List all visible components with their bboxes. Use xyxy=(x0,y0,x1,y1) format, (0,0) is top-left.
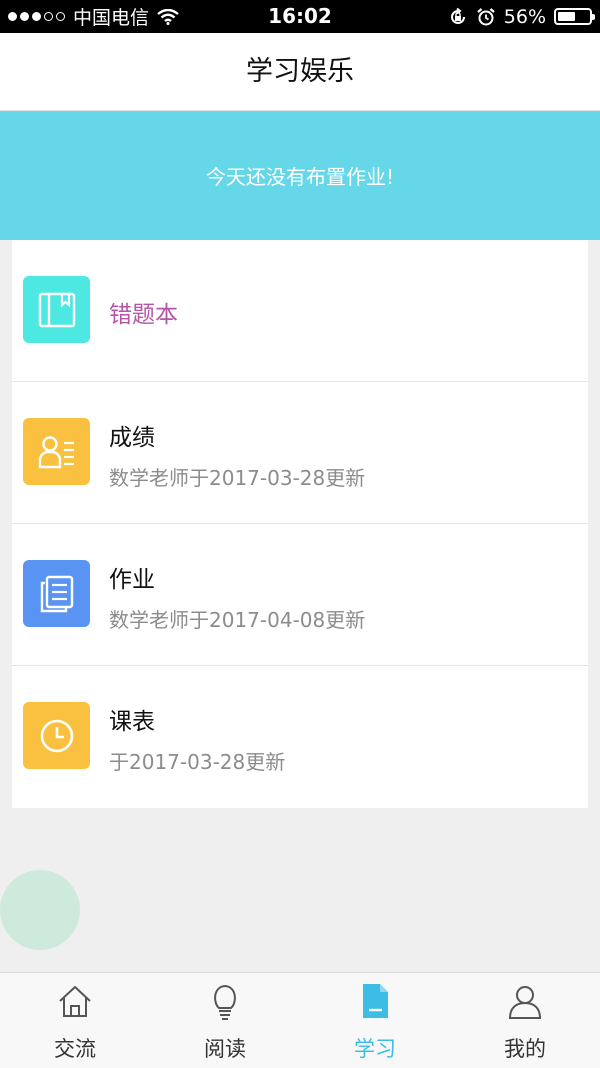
document-icon xyxy=(40,575,73,612)
homework-banner: 今天还没有布置作业! xyxy=(0,111,600,240)
alarm-icon xyxy=(477,7,495,25)
tab-label: 交流 xyxy=(54,1037,96,1061)
tab-label: 阅读 xyxy=(204,1037,246,1061)
study-menu: 错题本 成绩 数学老师于2017-03-28更新 作业 数学老师于2017-04… xyxy=(12,240,588,808)
battery-percent: 56% xyxy=(503,5,546,28)
battery-icon xyxy=(554,8,595,25)
tab-bar: 交流 阅读 学习 我的 xyxy=(0,972,600,1068)
status-bar: 中国电信 16:02 56% xyxy=(0,0,600,33)
menu-item-title: 成绩 xyxy=(109,425,155,451)
menu-item-grades[interactable]: 成绩 数学老师于2017-03-28更新 xyxy=(12,382,588,524)
menu-icon-bg xyxy=(23,418,90,485)
tab-mine[interactable]: 我的 xyxy=(450,973,600,1068)
rotation-lock-icon xyxy=(450,7,465,24)
person-icon xyxy=(508,986,542,1019)
banner-text: 今天还没有布置作业! xyxy=(205,165,395,189)
home-icon xyxy=(59,986,91,1017)
menu-item-title: 作业 xyxy=(109,567,155,593)
menu-item-subtitle: 数学老师于2017-04-08更新 xyxy=(109,608,366,632)
page-title: 学习娱乐 xyxy=(0,33,600,111)
menu-item-title: 错题本 xyxy=(109,302,178,328)
menu-item-homework[interactable]: 作业 数学老师于2017-04-08更新 xyxy=(12,524,588,666)
tab-reading[interactable]: 阅读 xyxy=(150,973,300,1068)
menu-item-subtitle: 于2017-03-28更新 xyxy=(109,750,286,774)
menu-icon-bg xyxy=(23,276,90,343)
menu-icon-bg xyxy=(23,560,90,627)
menu-icon-bg xyxy=(23,702,90,769)
menu-item-subtitle: 数学老师于2017-03-28更新 xyxy=(109,466,366,490)
menu-item-mistake-book[interactable]: 错题本 xyxy=(12,240,588,382)
tab-label: 我的 xyxy=(504,1037,546,1061)
floating-button[interactable] xyxy=(0,870,80,950)
menu-item-timetable[interactable]: 课表 于2017-03-28更新 xyxy=(12,666,588,808)
clock-icon xyxy=(40,719,73,752)
document-icon xyxy=(363,984,388,1018)
status-right: 56% xyxy=(448,0,595,33)
menu-item-title: 课表 xyxy=(109,709,155,735)
tab-label: 学习 xyxy=(354,1037,396,1061)
lightbulb-icon xyxy=(214,984,236,1020)
tab-communication[interactable]: 交流 xyxy=(0,973,150,1068)
contact-card-icon xyxy=(38,435,74,468)
book-icon xyxy=(38,292,75,327)
tab-study[interactable]: 学习 xyxy=(300,973,450,1068)
